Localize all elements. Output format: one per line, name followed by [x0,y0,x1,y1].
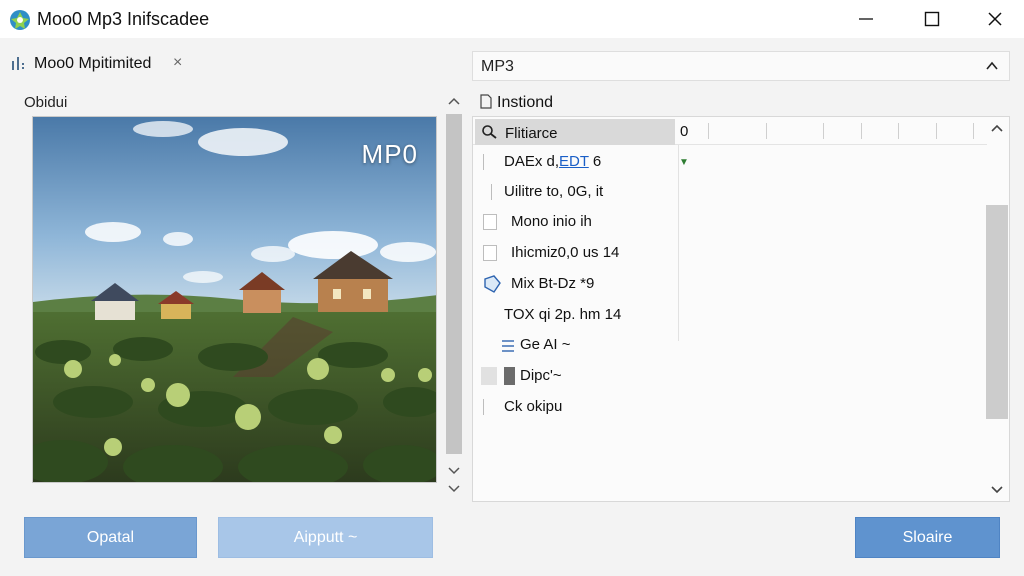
settings-column-header: Flitiarce 0 [473,117,987,145]
settings-header: Instiond [497,94,554,111]
row-text: Ge AI ~ [520,336,571,353]
filter-column-header[interactable]: Flitiarce [475,119,675,145]
chevron-up-icon [986,61,998,70]
tab-close-button[interactable]: × [173,54,182,72]
scroll-down-icon[interactable] [990,485,1004,495]
maximize-icon [924,11,940,27]
maximize-button[interactable] [902,0,962,38]
column-divider [861,123,862,139]
checkbox[interactable] [483,214,497,230]
scroll-up-icon[interactable] [990,123,1004,133]
tab-label[interactable]: Moo0 Mpitimited [34,55,151,73]
row-text: Dipc'~ [520,367,562,384]
column-divider [898,123,899,139]
minimize-icon [859,18,873,20]
preview-scrollbar[interactable] [444,92,464,500]
output-section-label: Obidui [24,94,68,111]
settings-row[interactable]: Dipc'~ [473,361,678,391]
minimize-button[interactable] [836,0,896,38]
dropdown-marker-icon: ▼ [679,157,689,168]
format-dropdown-value: MP3 [481,58,514,75]
value-column-label: 0 [680,123,689,140]
settings-scrollbar[interactable] [986,117,1008,500]
image-preview: MP0 [32,116,437,483]
color-swatch [504,367,515,385]
column-divider [708,123,709,139]
settings-row[interactable]: Mono inio ih [473,207,678,237]
preview-scroll-thumb[interactable] [446,114,462,454]
settings-panel: Flitiarce 0 ▼ DAEx d,EDT 6 Uilitre to, 0… [472,116,1010,502]
preview-overlay-text: MP0 [361,139,418,169]
column-divider [823,123,824,139]
row-text: Ck okipu [504,398,563,415]
list-icon [502,340,514,352]
close-button[interactable] [965,0,1024,38]
settings-row[interactable]: Ge AI ~ [473,330,678,360]
document-icon [480,94,492,109]
shield-icon [484,275,501,293]
app-logo-icon [10,10,30,30]
scroll-down-icon[interactable] [447,484,461,494]
row-text: Uilitre to, 0G, it [504,183,604,200]
settings-row[interactable]: DAEx d,EDT 6 [473,147,678,177]
scroll-up-icon[interactable] [447,96,461,106]
row-marker [483,399,497,415]
save-button[interactable]: Sloaire [855,517,1000,558]
row-marker [491,184,505,200]
row-text: Mono inio ih [511,213,592,230]
edit-link[interactable]: EDT [559,153,589,170]
column-divider [766,123,767,139]
settings-row[interactable]: Ihicmiz0,0 us 14 [473,238,678,268]
title-bar: Moo0 Mp3 Inifscadee [0,0,1024,38]
checkbox[interactable] [481,367,497,385]
format-dropdown[interactable]: MP3 [472,51,1010,81]
settings-scroll-thumb[interactable] [986,205,1008,419]
settings-row[interactable]: Uilitre to, 0G, it [473,177,678,207]
settings-row[interactable]: TOX qi 2p. hm 14 [473,300,678,330]
filter-column-label: Flitiarce [505,125,558,142]
search-icon [482,125,497,139]
row-marker [483,307,497,323]
close-icon [988,12,1002,26]
checkbox[interactable] [483,245,497,261]
row-text: Ihicmiz0,0 us 14 [511,244,620,261]
row-text: Mix Bt-Dz *9 [511,275,595,292]
equalizer-icon [12,57,24,70]
window-title: Moo0 Mp3 Inifscadee [37,9,210,29]
open-button[interactable]: Opatal [24,517,197,558]
settings-row[interactable]: Ck okipu [473,392,678,422]
row-marker [483,154,497,170]
row-column-divider [678,145,679,341]
farm-landscape-image [33,117,436,482]
scroll-down-icon[interactable] [447,466,461,476]
row-text: TOX qi 2p. hm 14 [504,306,622,323]
adjust-dropdown-button[interactable]: Aipputt ~ [218,517,433,558]
column-divider [936,123,937,139]
column-divider [973,123,974,139]
settings-row[interactable]: Mix Bt-Dz *9 [473,269,678,299]
row-text: DAEx d,EDT 6 [504,153,602,170]
